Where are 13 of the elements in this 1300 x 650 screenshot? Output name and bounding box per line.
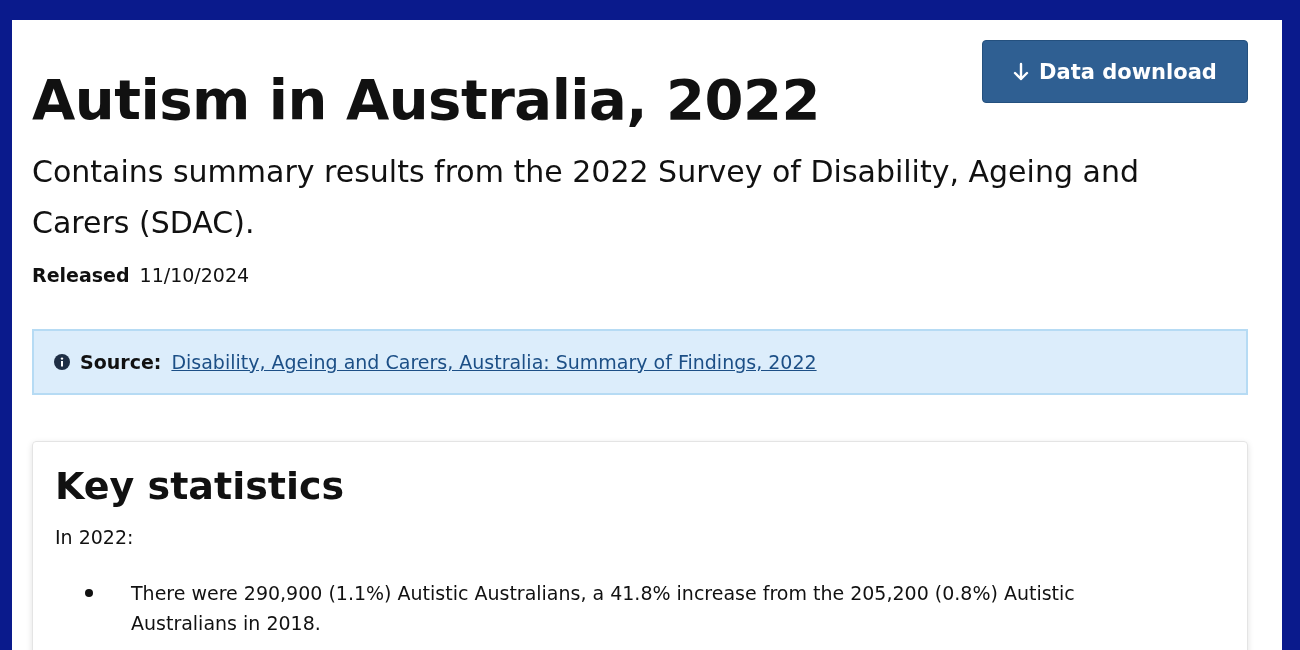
section-heading: Key statistics [55, 464, 346, 508]
page-title: Autism in Australia, 2022 [32, 72, 820, 128]
page-subtitle: Contains summary results from the 2022 Survey of Disability, Ageing and Carers (SDAC). [32, 153, 1140, 242]
source-link[interactable]: Disability, Ageing and Carers, Australia: Summary of Findings, 2022 [171, 351, 817, 373]
info-icon [54, 354, 70, 370]
source-label: Source: [80, 351, 162, 373]
intro-text: In 2022: [55, 526, 135, 548]
bullet-icon [85, 589, 93, 597]
released-label: Released [32, 264, 130, 286]
release-date: 11/10/2024 [139, 264, 250, 286]
statistic-text: There were 290,900 (1.1%) Autistic Australians, a 41.8% increase from the 205,200 (0.8%) Autistic Australians in 2018. [131, 581, 1076, 636]
download-icon [1013, 61, 1030, 82]
data-download-button[interactable]: Data download [982, 40, 1248, 103]
